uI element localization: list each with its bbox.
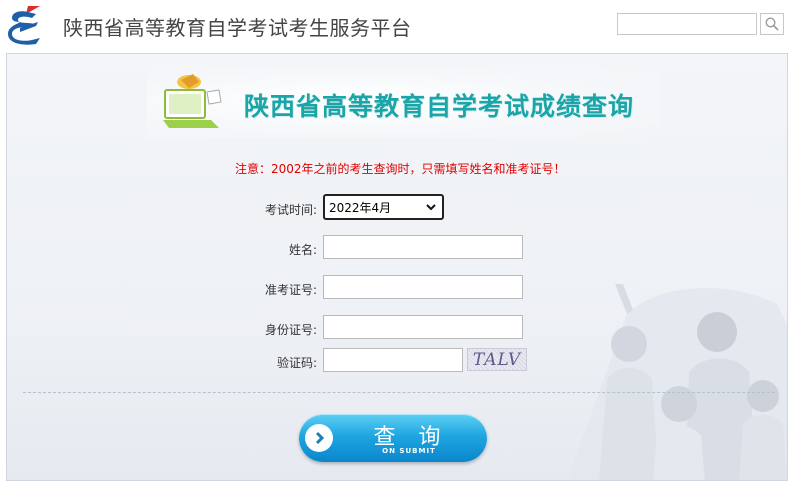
exam-time-value: 2022年4月 [329, 200, 392, 215]
query-panel: 陕西省高等教育自学考试成绩查询 注意：2002年之前的考生查询时，只需填写姓名和… [6, 53, 788, 481]
students-photo [567, 284, 787, 480]
name-field[interactable] [323, 235, 523, 259]
id-number-label: 身份证号: [264, 323, 317, 337]
admission-number-field[interactable] [323, 275, 523, 299]
logo-icon [8, 6, 40, 45]
search-button[interactable] [760, 13, 784, 35]
divider [23, 392, 775, 393]
admission-number-label: 准考证号: [264, 283, 317, 297]
chevron-down-icon [426, 204, 436, 211]
submit-sublabel: ON SUBMIT [382, 447, 436, 455]
search-input[interactable] [617, 13, 757, 35]
captcha-field[interactable] [323, 348, 463, 372]
captcha-image[interactable]: TALV [467, 348, 527, 371]
name-label: 姓名: [288, 243, 317, 257]
captcha-label: 验证码: [276, 356, 317, 370]
search-icon [765, 17, 779, 31]
notice-text: 注意：2002年之前的考生查询时，只需填写姓名和准考证号！ [235, 162, 566, 176]
query-submit-button[interactable]: 查 询 ON SUBMIT [299, 414, 487, 462]
header: 陕西省高等教育自学考试考生服务平台 [0, 0, 792, 52]
arrow-right-icon [305, 424, 333, 452]
site-title: 陕西省高等教育自学考试考生服务平台 [63, 16, 412, 40]
exam-time-label: 考试时间: [264, 203, 317, 217]
exam-time-select[interactable]: 2022年4月 [323, 194, 444, 220]
banner-title: 陕西省高等教育自学考试成绩查询 [244, 92, 635, 121]
id-number-field[interactable] [323, 315, 523, 339]
computer-icon [163, 74, 222, 128]
